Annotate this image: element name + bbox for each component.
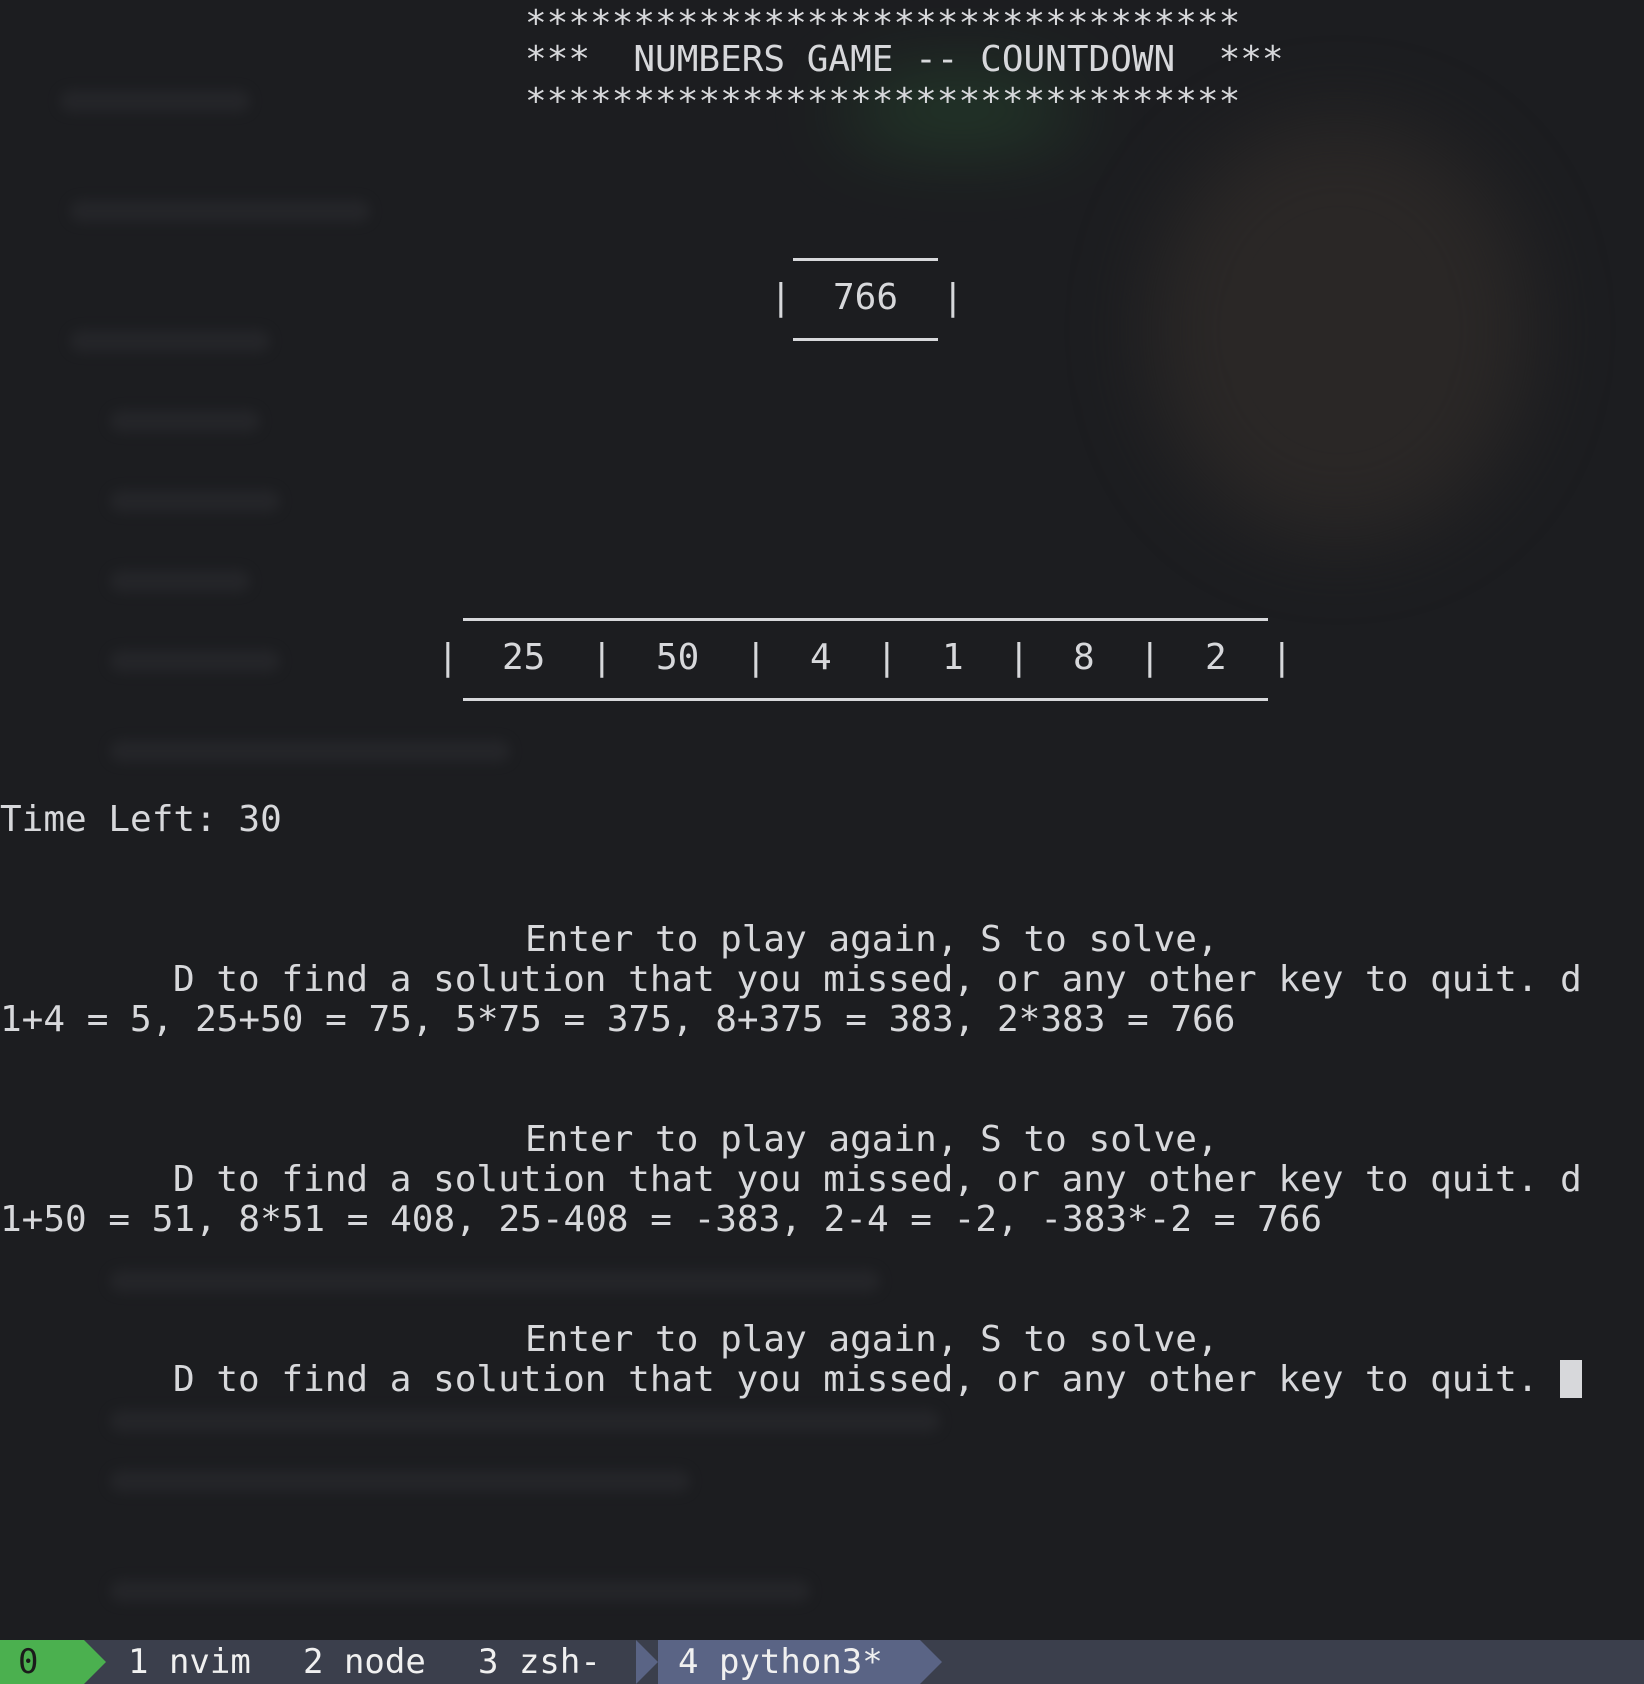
number-tile: 2: [1205, 637, 1227, 678]
prompt-line-2: D to find a solution that you missed, or…: [173, 959, 1582, 1000]
numbers-box-bottom-rule: [463, 698, 1268, 701]
banner-bottom-border: *********************************: [525, 81, 1241, 122]
text-cursor: [1560, 1360, 1583, 1398]
prompt-line-2: D to find a solution that you missed, or…: [173, 1159, 1582, 1200]
numbers-separator: |: [1008, 637, 1030, 678]
window-tab-nvim[interactable]: 1 nvim: [128, 1640, 251, 1684]
active-window-right-arrow: [920, 1640, 942, 1684]
numbers-separator: |: [745, 637, 767, 678]
number-tile: 25: [502, 637, 546, 678]
window-tab-zsh[interactable]: 3 zsh-: [478, 1640, 601, 1684]
prompt-input-line[interactable]: D to find a solution that you missed, or…: [173, 1359, 1583, 1400]
solution-line: 1+4 = 5, 25+50 = 75, 5*75 = 375, 8+375 =…: [0, 999, 1236, 1040]
tmux-status-bar: 0 1 nvim 2 node 3 zsh- 4 python3*: [0, 1640, 1644, 1684]
numbers-separator: |: [437, 637, 459, 678]
prompt-line-1: Enter to play again, S to solve,: [525, 1119, 1219, 1160]
banner-title: *** NUMBERS GAME -- COUNTDOWN ***: [525, 39, 1284, 80]
session-indicator: 0: [0, 1640, 84, 1684]
terminal-pane[interactable]: ********************************* *** NU…: [0, 0, 1644, 1640]
target-number: 766: [833, 277, 899, 318]
active-window-left-arrow: [636, 1640, 658, 1684]
numbers-box-top-rule: [463, 618, 1268, 621]
prompt-line-2: D to find a solution that you missed, or…: [173, 1359, 1561, 1400]
number-tile: 4: [810, 637, 832, 678]
session-arrow: [84, 1640, 106, 1684]
time-left: Time Left: 30: [0, 799, 282, 840]
numbers-separator: |: [591, 637, 613, 678]
prompt-line-1: Enter to play again, S to solve,: [525, 1319, 1219, 1360]
numbers-separator: |: [1271, 637, 1293, 678]
number-tile: 8: [1073, 637, 1095, 678]
target-left-bar: |: [770, 277, 792, 318]
target-box-top-rule: [793, 258, 938, 261]
solution-line: 1+50 = 51, 8*51 = 408, 25-408 = -383, 2-…: [0, 1199, 1323, 1240]
window-tab-node[interactable]: 2 node: [303, 1640, 426, 1684]
target-box-bottom-rule: [793, 338, 938, 341]
numbers-separator: |: [1139, 637, 1161, 678]
numbers-separator: |: [876, 637, 898, 678]
number-tile: 50: [656, 637, 700, 678]
target-right-bar: |: [942, 277, 964, 318]
window-tab-python3[interactable]: 4 python3*: [678, 1640, 883, 1684]
prompt-line-1: Enter to play again, S to solve,: [525, 919, 1219, 960]
number-tile: 1: [942, 637, 964, 678]
banner-top-border: *********************************: [525, 3, 1241, 44]
